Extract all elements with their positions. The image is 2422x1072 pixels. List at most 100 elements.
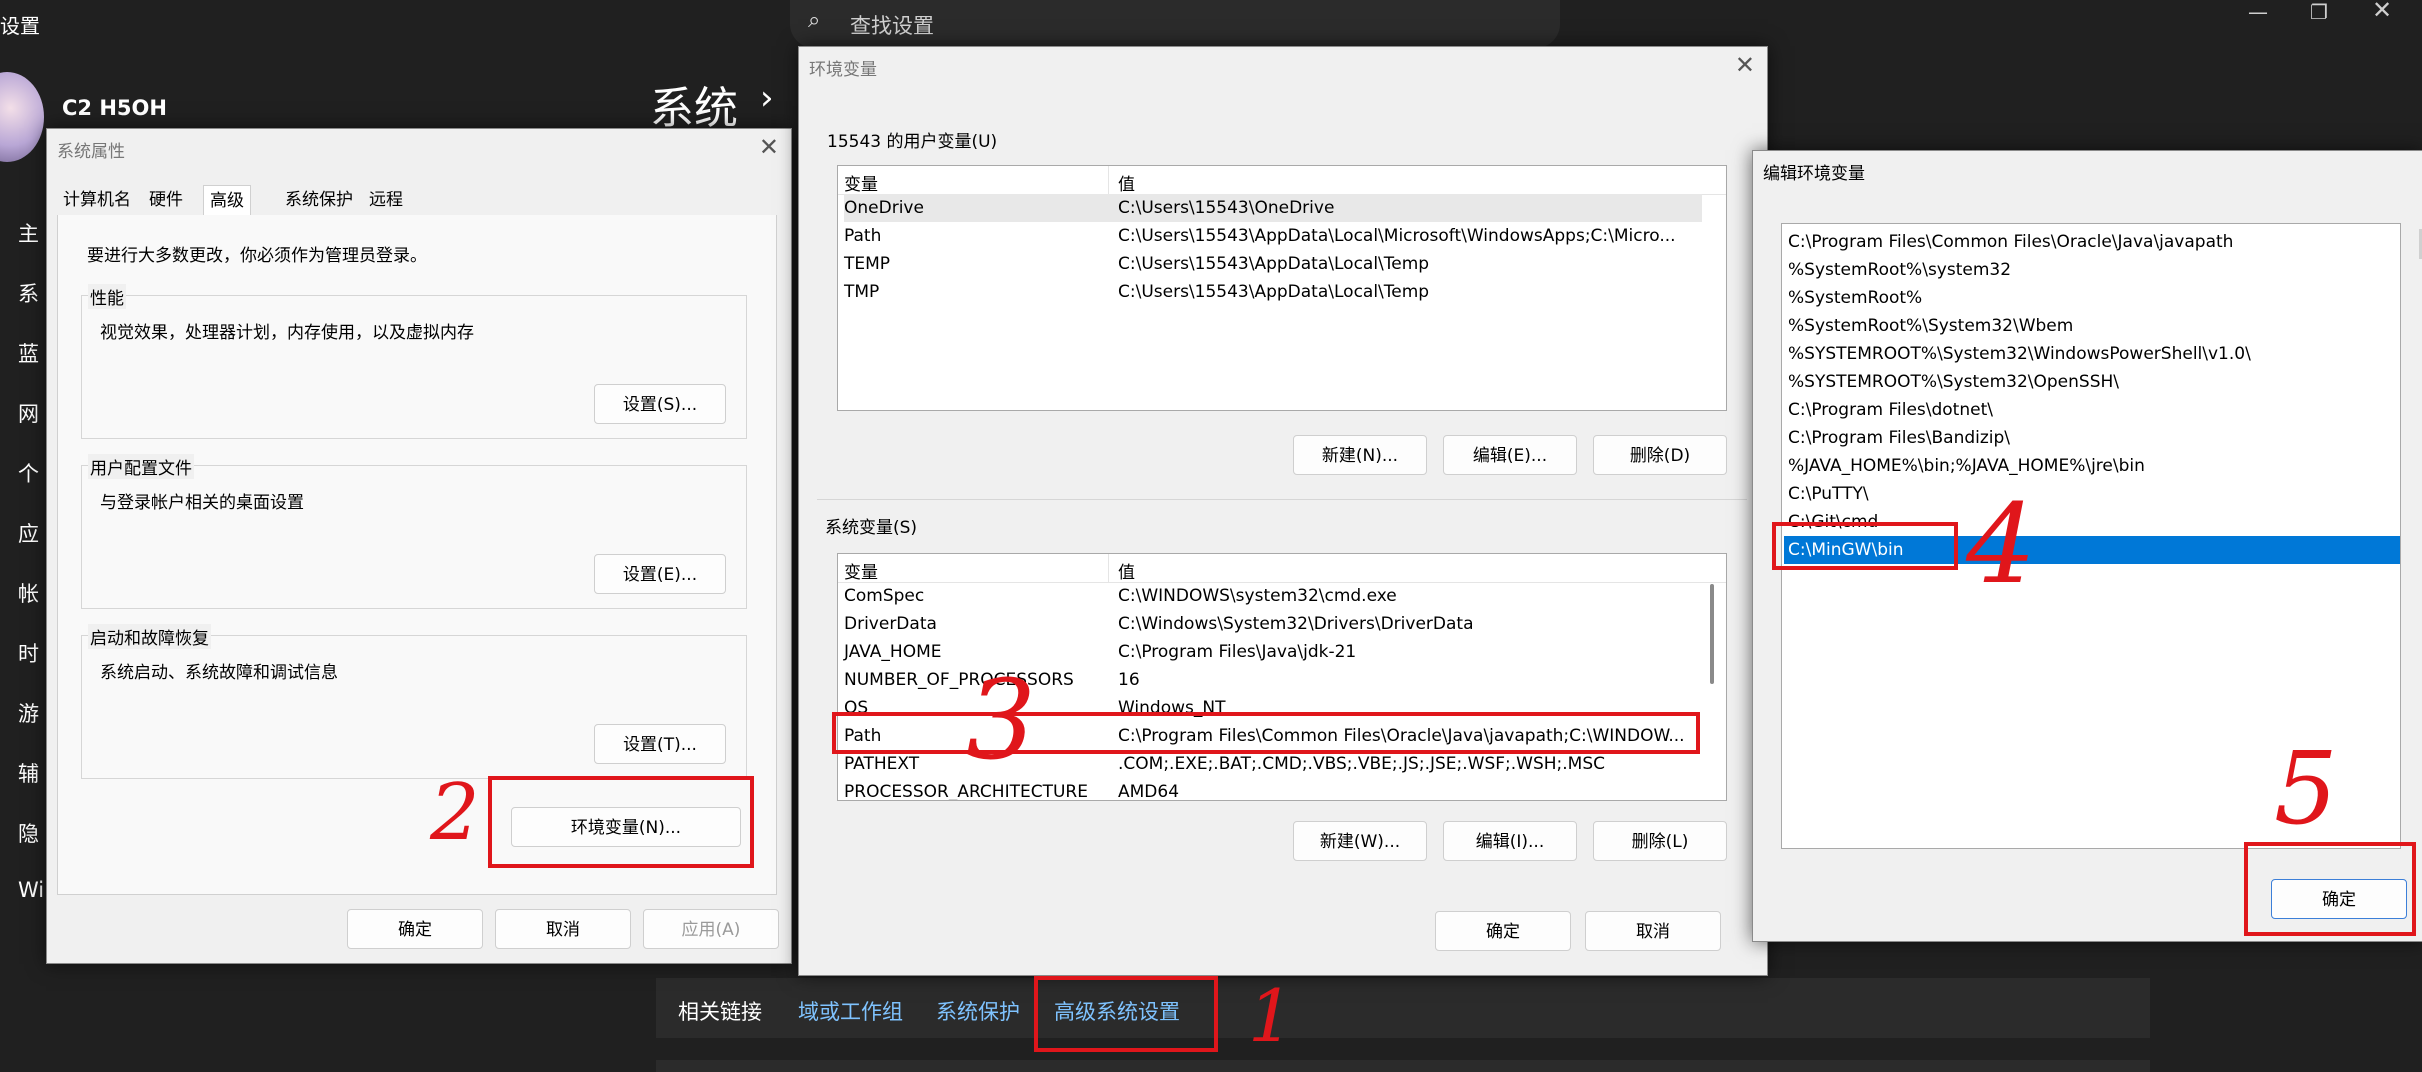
- tab-hardware[interactable]: 硬件: [143, 185, 189, 215]
- close-icon[interactable]: ✕: [1735, 51, 1755, 79]
- group-label: 15543 的用户变量(U): [825, 127, 1000, 152]
- annotation-number-3: 3: [966, 656, 1036, 784]
- sidebar-item[interactable]: 应: [18, 518, 39, 548]
- tab-computer-name[interactable]: 计算机名: [57, 185, 137, 215]
- tab-strip: 计算机名 硬件 高级 系统保护 远程: [57, 185, 777, 216]
- scrollbar-thumb[interactable]: [1710, 584, 1714, 684]
- list-item[interactable]: %JAVA_HOME%\bin;%JAVA_HOME%\jre\bin: [1788, 452, 2145, 480]
- user-variables-list[interactable]: 变量 值 OneDrive C:\Users\15543\OneDrive Pat…: [837, 165, 1727, 411]
- annotation-number-2: 2: [430, 768, 480, 858]
- sidebar-item[interactable]: 个: [18, 458, 39, 488]
- divider: [817, 499, 1747, 500]
- variable-value: C:\Users\15543\AppData\Local\Temp: [1118, 282, 1430, 302]
- column-separator: [1108, 166, 1109, 194]
- system-edit-button[interactable]: 编辑(I)...: [1443, 821, 1577, 861]
- group-label: 启动和故障恢复: [88, 624, 211, 649]
- annotation-box-1: [1034, 976, 1218, 1052]
- column-header-value: 值: [1118, 175, 1135, 195]
- sidebar-item[interactable]: Wi: [18, 878, 44, 902]
- group-label: 用户配置文件: [88, 454, 194, 479]
- column-separator: [1108, 554, 1109, 582]
- annotation-box-3: [832, 712, 1700, 754]
- variable-name: TEMP: [844, 254, 891, 274]
- tab-remote[interactable]: 远程: [363, 185, 409, 215]
- group-description: 视觉效果，处理器计划，内存使用，以及虚拟内存: [100, 323, 474, 343]
- variable-value: C:\Program Files\Java\jdk-21: [1118, 642, 1357, 662]
- link-domain-workgroup[interactable]: 域或工作组: [798, 996, 903, 1026]
- sidebar-item[interactable]: 游: [18, 698, 39, 728]
- variable-name: ComSpec: [844, 586, 925, 606]
- page-title: 系统: [650, 83, 738, 134]
- user-profile-group: 用户配置文件 与登录帐户相关的桌面设置 设置(E)...: [81, 454, 747, 609]
- annotation-number-1: 1: [1248, 974, 1294, 1058]
- list-item[interactable]: C:\Program Files\Common Files\Oracle\Jav…: [1788, 228, 2233, 256]
- link-system-protection[interactable]: 系统保护: [936, 996, 1020, 1026]
- dialog-title: 编辑环境变量: [1763, 164, 1865, 184]
- system-variables-label: 系统变量(S): [825, 518, 918, 538]
- list-item[interactable]: %SystemRoot%\system32: [1788, 256, 2011, 284]
- avatar: [0, 72, 44, 162]
- startup-settings-button[interactable]: 设置(T)...: [594, 724, 726, 764]
- sidebar-item[interactable]: 辅: [18, 758, 39, 788]
- close-icon[interactable]: ✕: [759, 133, 779, 161]
- sidebar-item[interactable]: 帐: [18, 578, 39, 608]
- list-item[interactable]: C:\PuTTY\: [1788, 480, 1869, 508]
- window-title: 设置: [0, 14, 40, 38]
- profile-settings-button[interactable]: 设置(E)...: [594, 554, 726, 594]
- group-description: 与登录帐户相关的桌面设置: [100, 493, 304, 513]
- tab-advanced[interactable]: 高级: [203, 185, 251, 216]
- variable-name: NUMBER_OF_PROCESSORS: [844, 670, 1074, 690]
- annotation-box-2: [488, 776, 754, 868]
- variable-value: C:\Users\15543\AppData\Local\Microsoft\W…: [1118, 226, 1676, 246]
- column-header-variable: 变量: [844, 175, 878, 195]
- sidebar-item[interactable]: 主: [18, 218, 39, 248]
- list-item[interactable]: %SystemRoot%: [1788, 284, 1922, 312]
- chevron-right-icon: ›: [760, 78, 774, 118]
- table-row[interactable]: OneDrive C:\Users\15543\OneDrive: [844, 194, 1702, 222]
- user-new-button[interactable]: 新建(N)...: [1293, 435, 1427, 475]
- ok-button[interactable]: 确定: [1435, 911, 1571, 951]
- minimize-icon[interactable]: —: [2248, 0, 2268, 24]
- related-links-bar: 相关链接 域或工作组 系统保护 高级系统设置: [656, 978, 2150, 1038]
- sidebar-item[interactable]: 网: [18, 398, 39, 428]
- cancel-button[interactable]: 取消: [1585, 911, 1721, 951]
- cancel-button[interactable]: 取消: [495, 909, 631, 949]
- variable-value: C:\WINDOWS\system32\cmd.exe: [1118, 586, 1397, 606]
- variable-name: PATHEXT: [844, 754, 920, 774]
- user-delete-button[interactable]: 删除(D): [1593, 435, 1727, 475]
- list-item[interactable]: C:\Program Files\Bandizip\: [1788, 424, 2010, 452]
- sidebar-item[interactable]: 时: [18, 638, 39, 668]
- user-edit-button[interactable]: 编辑(E)...: [1443, 435, 1577, 475]
- search-placeholder: 查找设置: [850, 14, 934, 38]
- admin-note: 要进行大多数更改，你必须作为管理员登录。: [87, 246, 427, 266]
- system-new-button[interactable]: 新建(W)...: [1293, 821, 1427, 861]
- variable-value: 16: [1118, 670, 1140, 690]
- performance-settings-button[interactable]: 设置(S)...: [594, 384, 726, 424]
- list-item[interactable]: %SystemRoot%\System32\Wbem: [1788, 312, 2073, 340]
- startup-recovery-group: 启动和故障恢复 系统启动、系统故障和调试信息 设置(T)...: [81, 624, 747, 779]
- annotation-number-5: 5: [2274, 730, 2338, 847]
- list-item[interactable]: C:\Program Files\dotnet\: [1788, 396, 1993, 424]
- apply-button[interactable]: 应用(A): [643, 909, 779, 949]
- list-item[interactable]: %SYSTEMROOT%\System32\OpenSSH\: [1788, 368, 2119, 396]
- restore-icon[interactable]: ❐: [2310, 0, 2328, 24]
- next-card: [656, 1060, 2150, 1072]
- group-description: 系统启动、系统故障和调试信息: [100, 663, 338, 683]
- system-delete-button[interactable]: 删除(L): [1593, 821, 1727, 861]
- sidebar-item[interactable]: 隐: [18, 818, 39, 848]
- tab-system-protection[interactable]: 系统保护: [279, 185, 359, 215]
- sidebar-item[interactable]: 系: [18, 278, 39, 308]
- sidebar-item[interactable]: 蓝: [18, 338, 39, 368]
- list-item[interactable]: %SYSTEMROOT%\System32\WindowsPowerShell\…: [1788, 340, 2251, 368]
- annotation-number-4: 4: [1966, 480, 2036, 608]
- column-header-value: 值: [1118, 563, 1135, 583]
- search-box[interactable]: ⌕ 查找设置: [790, 0, 1560, 48]
- variable-name: OneDrive: [844, 198, 924, 218]
- environment-variables-dialog: 环境变量 ✕ 15543 的用户变量(U) 变量 值 OneDrive C:\Us…: [798, 46, 1768, 976]
- list-header: 变量 值: [838, 166, 1726, 195]
- dialog-title: 系统属性: [57, 142, 125, 162]
- variable-value: C:\Users\15543\AppData\Local\Temp: [1118, 254, 1430, 274]
- variable-name: JAVA_HOME: [844, 642, 942, 662]
- close-icon[interactable]: ✕: [2372, 0, 2392, 24]
- ok-button[interactable]: 确定: [347, 909, 483, 949]
